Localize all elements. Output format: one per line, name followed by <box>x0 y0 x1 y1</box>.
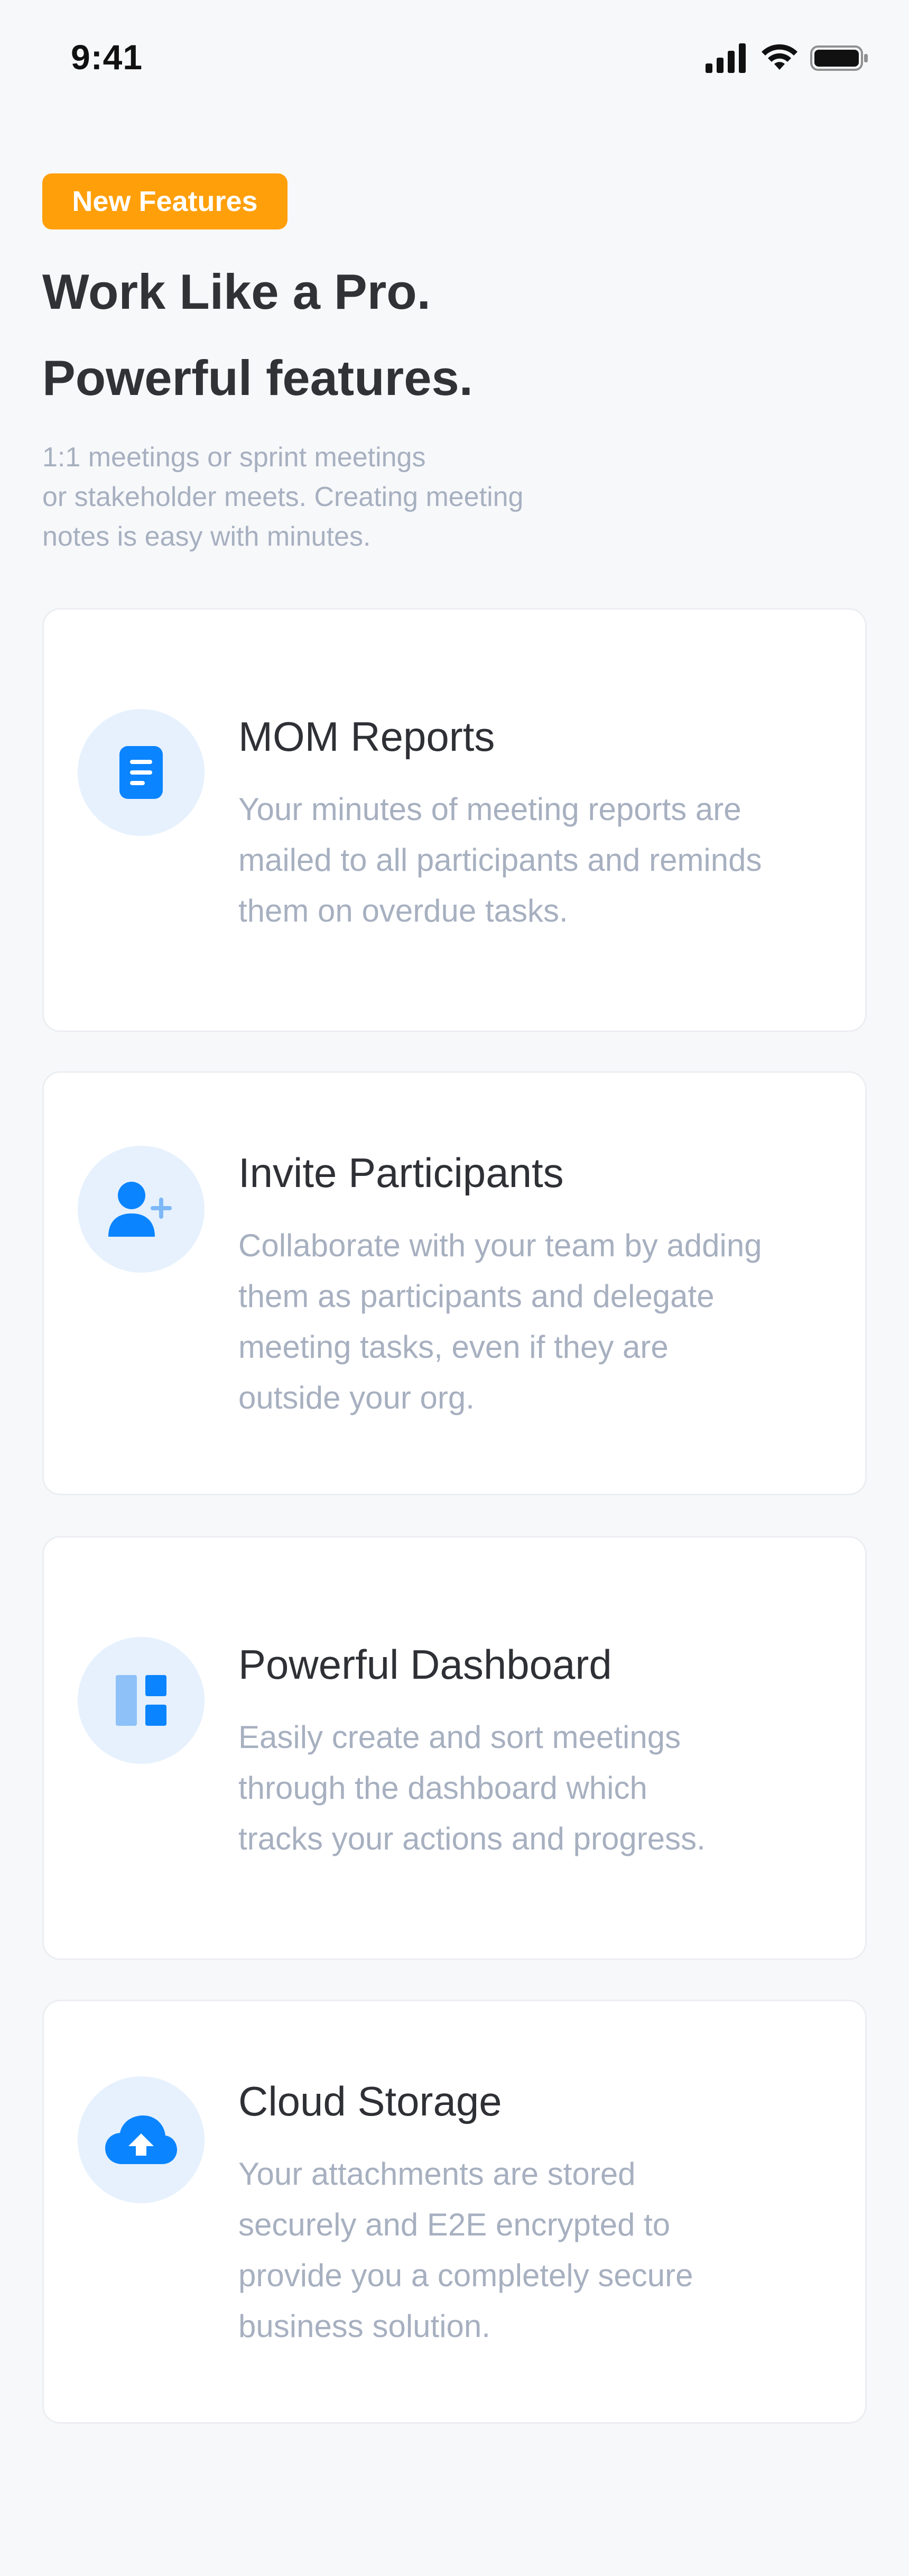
battery-icon <box>810 45 868 71</box>
feature-icon-badge <box>78 709 205 836</box>
feature-card-powerful-dashboard[interactable]: Powerful Dashboard Easily create and sor… <box>42 1536 867 1960</box>
description-line: meeting tasks, even if they are <box>238 1329 669 1365</box>
status-time: 9:41 <box>71 38 143 77</box>
status-bar: 9:41 <box>0 0 909 122</box>
document-icon <box>119 746 163 799</box>
new-features-badge: New Features <box>42 173 287 229</box>
feature-card-invite-participants[interactable]: Invite Participants Collaborate with you… <box>42 1071 867 1495</box>
description-line: provide you a completely secure <box>238 2258 693 2293</box>
subtitle-line: 1:1 meetings or sprint meetings <box>42 442 426 473</box>
wifi-icon <box>762 44 797 70</box>
description-line: securely and E2E encrypted to <box>238 2207 671 2242</box>
description-line: Collaborate with your team by adding <box>238 1228 762 1263</box>
feature-card-cloud-storage[interactable]: Cloud Storage Your attachments are store… <box>42 2000 867 2424</box>
feature-description: Collaborate with your team by adding the… <box>238 1220 846 1423</box>
subtitle-line: or stakeholder meets. Creating meeting <box>42 482 524 512</box>
description-line: them as participants and delegate <box>238 1278 715 1314</box>
feature-title: Powerful Dashboard <box>238 1641 612 1688</box>
description-line: business solution. <box>238 2308 490 2344</box>
feature-title: Invite Participants <box>238 1149 564 1196</box>
description-line: outside your org. <box>238 1380 475 1415</box>
description-line: mailed to all participants and reminds <box>238 842 762 878</box>
description-line: Easily create and sort meetings <box>238 1719 681 1755</box>
description-line: Your minutes of meeting reports are <box>238 792 741 827</box>
dashboard-icon <box>116 1675 166 1726</box>
headline-line-2: Powerful features. <box>42 350 473 406</box>
description-line: tracks your actions and progress. <box>238 1821 706 1856</box>
description-line: them on overdue tasks. <box>238 893 568 928</box>
add-user-icon <box>108 1182 172 1237</box>
subtitle-line: notes is easy with minutes. <box>42 521 371 552</box>
feature-description: Your minutes of meeting reports are mail… <box>238 784 846 936</box>
feature-title: MOM Reports <box>238 713 495 760</box>
signal-icon <box>706 43 746 73</box>
subtitle: 1:1 meetings or sprint meetings or stake… <box>42 438 634 557</box>
feature-description: Your attachments are stored securely and… <box>238 2149 846 2352</box>
description-line: through the dashboard which <box>238 1770 647 1806</box>
feature-card-mom-reports[interactable]: MOM Reports Your minutes of meeting repo… <box>42 608 867 1032</box>
feature-icon-badge <box>78 2076 205 2203</box>
cloud-upload-icon <box>105 2115 177 2164</box>
feature-title: Cloud Storage <box>238 2078 502 2124</box>
headline-line-1: Work Like a Pro. <box>42 264 431 319</box>
feature-icon-badge <box>78 1637 205 1764</box>
feature-icon-badge <box>78 1146 205 1273</box>
status-icons <box>706 43 869 73</box>
description-line: Your attachments are stored <box>238 2156 636 2192</box>
feature-description: Easily create and sort meetings through … <box>238 1712 846 1864</box>
